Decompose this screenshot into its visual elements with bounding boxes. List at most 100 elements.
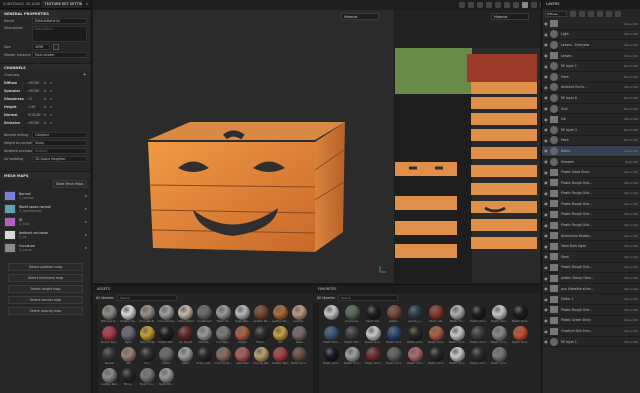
material-preset[interactable]: Shiny Leat... xyxy=(196,347,213,366)
channel-format[interactable]: sRGB8 xyxy=(28,121,42,125)
channels-header[interactable]: CHANNELS xyxy=(0,63,91,71)
layer-blend-mode[interactable]: None 100 xyxy=(618,181,640,185)
remove-channel-icon[interactable]: × xyxy=(48,113,54,117)
material-preset[interactable]: Leather Sto... xyxy=(272,305,289,324)
material-preset[interactable]: Plastic Grid... xyxy=(490,305,509,324)
layer-blend-mode[interactable]: None 100 xyxy=(618,255,640,259)
add-layer-icon[interactable] xyxy=(597,11,603,17)
material-preset[interactable]: Plastic Grid... xyxy=(448,347,467,366)
layer-row[interactable]: ● Plastic Rough Grid... None 100 xyxy=(542,263,640,274)
layer-blend-mode[interactable]: None 100 xyxy=(618,244,640,248)
material-preset[interactable]: Plastic Grid... xyxy=(469,305,488,324)
material-preset[interactable]: Plastic Fab... xyxy=(343,326,362,345)
visibility-eye-icon[interactable]: ● xyxy=(542,159,550,164)
channel-row[interactable]: Diffuse sRGB8 ⚙ × xyxy=(0,79,91,87)
mesh-map-item[interactable]: Ambient occlusion 2_ao × xyxy=(0,228,91,241)
layer-row[interactable]: ● Aluminium Brushe... None 100 xyxy=(542,231,640,242)
material-preset[interactable]: Plastic Grid... xyxy=(406,347,425,366)
visibility-eye-icon[interactable]: ● xyxy=(542,329,550,334)
layer-row[interactable]: ● Leaves - Everyone None 100 xyxy=(542,40,640,51)
material-preset[interactable]: Metal Grim... xyxy=(291,347,308,366)
layer-blend-mode[interactable]: None 100 xyxy=(618,212,640,216)
channel-row[interactable]: Specular sRGB8 ⚙ × xyxy=(0,87,91,95)
assets-sidebar[interactable] xyxy=(93,303,98,393)
layer-blend-mode[interactable]: None 100 xyxy=(618,170,640,174)
favorites-search-input[interactable]: Search xyxy=(337,295,398,301)
visibility-eye-icon[interactable]: ● xyxy=(542,64,550,69)
material-preset[interactable]: Shiny... xyxy=(120,368,137,387)
material-preset[interactable]: Plastic Grid... xyxy=(427,326,446,345)
material-preset[interactable]: Plastic Fab... xyxy=(158,326,175,345)
channel-format[interactable]: L16F xyxy=(28,105,42,109)
select-map-button[interactable]: Select thickness map xyxy=(8,274,83,282)
layer-blend-mode[interactable]: None 100 xyxy=(618,202,640,206)
layer-row[interactable]: ● gun Sabrelite silver... None 100 xyxy=(542,284,640,295)
channel-format[interactable]: sRGB8 xyxy=(28,81,42,85)
layer-row[interactable]: ● Steel None 100 xyxy=(542,252,640,263)
visibility-eye-icon[interactable]: ● xyxy=(542,117,550,122)
material-preset[interactable]: old panels... xyxy=(343,305,362,324)
material-preset[interactable]: Plastic Grid... xyxy=(511,305,530,324)
layer-row[interactable]: ● Steel Dark Aged None 100 xyxy=(542,241,640,253)
projection-tool-icon[interactable] xyxy=(477,1,483,8)
material-preset[interactable]: Plastic Grid... xyxy=(511,326,530,345)
mesh-map-item[interactable]: Normal 2_normal × xyxy=(0,189,91,202)
material-preset[interactable]: Plastic Grid... xyxy=(469,326,488,345)
layer-blend-mode[interactable]: None 100 xyxy=(618,340,640,344)
layer-blend-mode[interactable]: None 100 xyxy=(618,276,640,280)
close-icon[interactable]: × xyxy=(83,0,91,8)
layer-blend-mode[interactable]: None 100 xyxy=(618,117,640,121)
visibility-eye-icon[interactable]: ● xyxy=(542,254,550,259)
assets-search-input[interactable]: Search xyxy=(116,295,177,301)
material-preset[interactable]: Pearl White xyxy=(139,326,156,345)
general-properties-header[interactable]: GENERAL PROPERTIES xyxy=(0,9,91,17)
material-preset[interactable]: Plastic Grid... xyxy=(406,326,425,345)
height-normal-select[interactable]: Sharp xyxy=(32,140,87,146)
layer-blend-mode[interactable]: None 100 xyxy=(618,191,640,195)
viewport-3d-mode-select[interactable]: Material xyxy=(341,13,379,20)
mesh-maps-header[interactable]: MESH MAPS xyxy=(0,171,91,179)
normal-mixing-select[interactable]: Combine xyxy=(32,132,87,138)
material-preset[interactable]: Plastic Grid... xyxy=(364,326,383,345)
visibility-eye-icon[interactable]: ● xyxy=(542,276,550,281)
material-preset[interactable]: Chrome... xyxy=(196,326,213,345)
visibility-eye-icon[interactable]: ● xyxy=(542,307,550,312)
material-preset[interactable]: Plastic xyxy=(158,347,175,366)
material-preset[interactable]: Plastic Grid... xyxy=(469,347,488,366)
material-preset[interactable]: Plastic Grid... xyxy=(490,347,509,366)
add-channel-icon[interactable]: + xyxy=(83,72,87,78)
material-preset[interactable]: Mosaic Rop... xyxy=(101,326,118,345)
layer-row[interactable]: ● Leaves None 100 xyxy=(542,51,640,62)
visibility-eye-icon[interactable]: ● xyxy=(542,32,550,37)
material-preset[interactable]: Plastic Grid... xyxy=(322,347,341,366)
material-preset[interactable]: Leather Re... xyxy=(253,305,270,324)
eraser-tool-icon[interactable] xyxy=(468,1,474,8)
favorites-library-select[interactable]: All libraries xyxy=(317,296,335,300)
layer-blend-mode[interactable]: Norm 100 xyxy=(618,107,640,111)
material-preset[interactable]: Plastic Rad... xyxy=(322,326,341,345)
material-preset[interactable]: Rubber xyxy=(101,347,118,366)
visibility-eye-icon[interactable]: ● xyxy=(542,42,550,47)
layer-row[interactable]: ● Plastic Rough Grid... None 100 xyxy=(542,199,640,210)
layer-blend-mode[interactable]: None 100 xyxy=(618,32,640,36)
remove-mesh-map-icon[interactable]: × xyxy=(84,207,87,211)
layer-blend-mode[interactable]: Norm 100 xyxy=(618,64,640,68)
layer-row[interactable]: ● Plastic Rough Grid... None 100 xyxy=(542,189,640,200)
polygon-fill-icon[interactable] xyxy=(486,1,492,8)
favorites-sidebar[interactable] xyxy=(314,303,319,393)
material-preset[interactable]: Copper xyxy=(234,326,251,345)
material-preset[interactable]: Fabric... xyxy=(253,326,270,345)
visibility-eye-icon[interactable]: ● xyxy=(542,180,550,185)
material-preset[interactable]: Leather... xyxy=(291,305,308,324)
material-preset[interactable]: Plastic Glo... xyxy=(364,305,383,324)
layer-row[interactable]: ● plastic Glossy Glow... None 100 xyxy=(542,273,640,284)
material-preset[interactable] xyxy=(322,305,341,324)
material-preset[interactable]: Glass Star xyxy=(234,347,251,366)
layer-blend-mode[interactable]: None 100 xyxy=(618,318,640,322)
visibility-eye-icon[interactable]: ● xyxy=(542,170,550,175)
camera-icon[interactable] xyxy=(531,1,537,8)
layer-blend-mode[interactable]: None 100 xyxy=(618,234,640,238)
material-preset[interactable]: Steel xyxy=(177,347,194,366)
visibility-eye-icon[interactable]: ● xyxy=(542,212,550,217)
viewport-2d[interactable]: Material xyxy=(395,10,540,283)
